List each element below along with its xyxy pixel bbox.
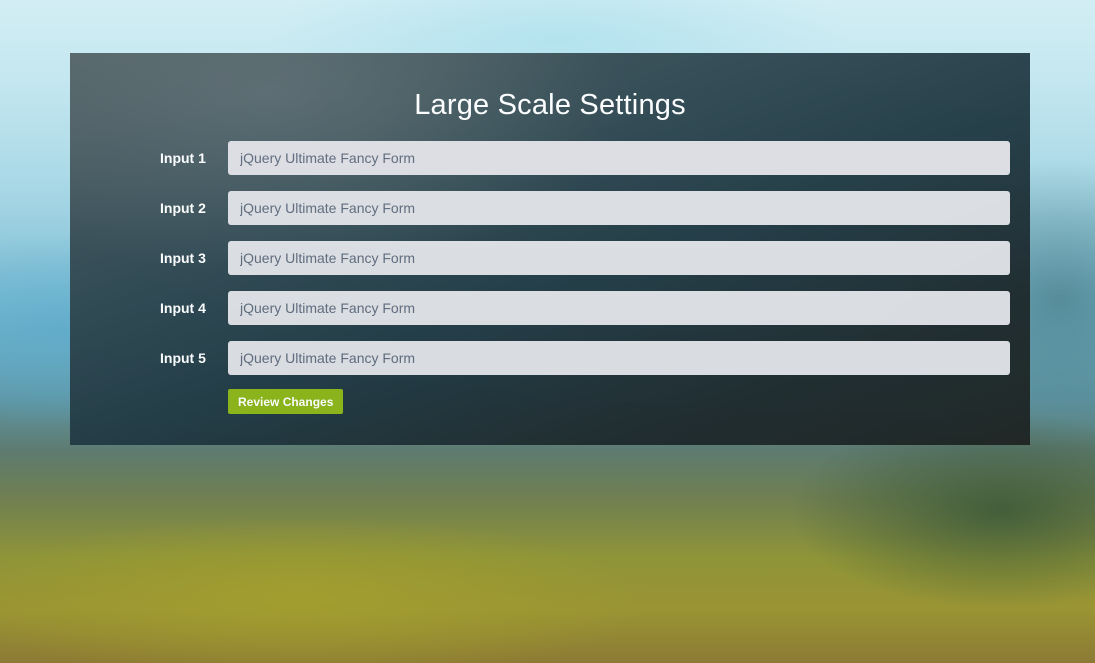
input-4-label: Input 4: [160, 300, 206, 316]
settings-panel: Large Scale Settings Input 1 Input 2 Inp…: [70, 53, 1030, 445]
page-title: Large Scale Settings: [414, 89, 686, 121]
form-row-input-2: Input 2: [70, 191, 1030, 225]
form-row-input-1: Input 1: [70, 141, 1030, 175]
input-4-field[interactable]: [228, 291, 1010, 325]
input-3-label: Input 3: [160, 250, 206, 266]
input-5-field[interactable]: [228, 341, 1010, 375]
input-2-field[interactable]: [228, 191, 1010, 225]
form-row-input-4: Input 4: [70, 291, 1030, 325]
input-3-field[interactable]: [228, 241, 1010, 275]
input-2-label: Input 2: [160, 200, 206, 216]
review-changes-button[interactable]: Review Changes: [228, 389, 344, 414]
input-1-field[interactable]: [228, 141, 1010, 175]
form-row-input-5: Input 5: [70, 341, 1030, 375]
form-row-input-3: Input 3: [70, 241, 1030, 275]
input-1-label: Input 1: [160, 150, 206, 166]
input-5-label: Input 5: [160, 350, 206, 366]
